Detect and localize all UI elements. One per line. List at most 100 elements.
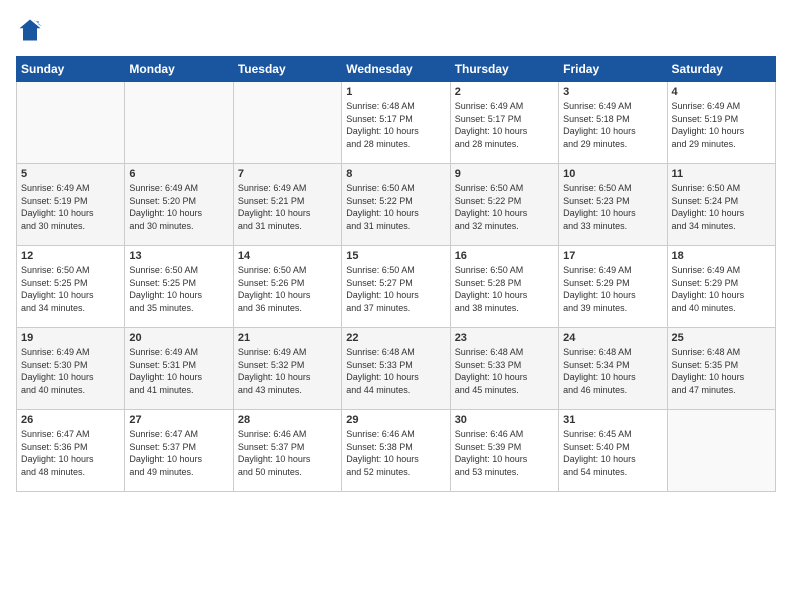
calendar-cell: 25 Sunrise: 6:48 AM Sunset: 5:35 PM Dayli… <box>667 328 775 410</box>
calendar-cell: 23 Sunrise: 6:48 AM Sunset: 5:33 PM Dayli… <box>450 328 558 410</box>
day-number: 22 <box>346 332 445 344</box>
calendar-table: SundayMondayTuesdayWednesdayThursdayFrid… <box>16 56 776 492</box>
calendar-cell: 19Sunrise: 6:49 AM Sunset: 5:30 PM Dayli… <box>17 328 125 410</box>
calendar-cell: 13 Sunrise: 6:50 AM Sunset: 5:25 PM Dayli… <box>125 246 233 328</box>
calendar-cell: 12 Sunrise: 6:50 AM Sunset: 5:25 PM Dayli… <box>17 246 125 328</box>
calendar-cell: 11 Sunrise: 6:50 AM Sunset: 5:24 PM Dayli… <box>667 164 775 246</box>
calendar-cell: 15 Sunrise: 6:50 AM Sunset: 5:27 PM Dayli… <box>342 246 450 328</box>
calendar-cell <box>17 82 125 164</box>
calendar-cell: 21 Sunrise: 6:49 AM Sunset: 5:32 PM Dayli… <box>233 328 341 410</box>
day-info: Sunrise: 6:48 AM Sunset: 5:33 PM Dayligh… <box>455 346 554 396</box>
day-info: Sunrise: 6:49 AM Sunset: 5:29 PM Dayligh… <box>672 264 771 314</box>
calendar-cell: 29 Sunrise: 6:46 AM Sunset: 5:38 PM Dayli… <box>342 410 450 492</box>
day-number: 23 <box>455 332 554 344</box>
day-number: 24 <box>563 332 662 344</box>
day-number: 18 <box>672 250 771 262</box>
day-number: 15 <box>346 250 445 262</box>
header-row: SundayMondayTuesdayWednesdayThursdayFrid… <box>17 57 776 82</box>
day-info: Sunrise: 6:50 AM Sunset: 5:24 PM Dayligh… <box>672 182 771 232</box>
day-number: 14 <box>238 250 337 262</box>
day-number: 17 <box>563 250 662 262</box>
day-info: Sunrise: 6:49 AM Sunset: 5:20 PM Dayligh… <box>129 182 228 232</box>
week-row-1: 1Sunrise: 6:48 AM Sunset: 5:17 PM Daylig… <box>17 82 776 164</box>
day-info: Sunrise: 6:49 AM Sunset: 5:32 PM Dayligh… <box>238 346 337 396</box>
calendar-cell: 7 Sunrise: 6:49 AM Sunset: 5:21 PM Daylig… <box>233 164 341 246</box>
calendar-cell: 18 Sunrise: 6:49 AM Sunset: 5:29 PM Dayli… <box>667 246 775 328</box>
day-info: Sunrise: 6:49 AM Sunset: 5:17 PM Dayligh… <box>455 100 554 150</box>
header-cell-saturday: Saturday <box>667 57 775 82</box>
day-number: 2 <box>455 86 554 98</box>
header-cell-sunday: Sunday <box>17 57 125 82</box>
calendar-cell: 10 Sunrise: 6:50 AM Sunset: 5:23 PM Dayli… <box>559 164 667 246</box>
day-number: 3 <box>563 86 662 98</box>
day-number: 16 <box>455 250 554 262</box>
day-info: Sunrise: 6:50 AM Sunset: 5:25 PM Dayligh… <box>129 264 228 314</box>
day-number: 11 <box>672 168 771 180</box>
day-info: Sunrise: 6:49 AM Sunset: 5:29 PM Dayligh… <box>563 264 662 314</box>
day-number: 20 <box>129 332 228 344</box>
calendar-cell: 24 Sunrise: 6:48 AM Sunset: 5:34 PM Dayli… <box>559 328 667 410</box>
day-number: 8 <box>346 168 445 180</box>
day-number: 9 <box>455 168 554 180</box>
week-row-2: 5Sunrise: 6:49 AM Sunset: 5:19 PM Daylig… <box>17 164 776 246</box>
day-number: 21 <box>238 332 337 344</box>
day-info: Sunrise: 6:48 AM Sunset: 5:34 PM Dayligh… <box>563 346 662 396</box>
day-info: Sunrise: 6:50 AM Sunset: 5:22 PM Dayligh… <box>455 182 554 232</box>
day-info: Sunrise: 6:50 AM Sunset: 5:28 PM Dayligh… <box>455 264 554 314</box>
calendar-cell <box>233 82 341 164</box>
day-info: Sunrise: 6:50 AM Sunset: 5:22 PM Dayligh… <box>346 182 445 232</box>
day-info: Sunrise: 6:49 AM Sunset: 5:31 PM Dayligh… <box>129 346 228 396</box>
day-number: 27 <box>129 414 228 426</box>
day-number: 10 <box>563 168 662 180</box>
day-number: 25 <box>672 332 771 344</box>
calendar-cell: 5Sunrise: 6:49 AM Sunset: 5:19 PM Daylig… <box>17 164 125 246</box>
calendar-cell: 3 Sunrise: 6:49 AM Sunset: 5:18 PM Daylig… <box>559 82 667 164</box>
calendar-cell: 8 Sunrise: 6:50 AM Sunset: 5:22 PM Daylig… <box>342 164 450 246</box>
calendar-cell: 26Sunrise: 6:47 AM Sunset: 5:36 PM Dayli… <box>17 410 125 492</box>
day-info: Sunrise: 6:50 AM Sunset: 5:23 PM Dayligh… <box>563 182 662 232</box>
week-row-5: 26Sunrise: 6:47 AM Sunset: 5:36 PM Dayli… <box>17 410 776 492</box>
header-cell-tuesday: Tuesday <box>233 57 341 82</box>
calendar-cell: 9 Sunrise: 6:50 AM Sunset: 5:22 PM Daylig… <box>450 164 558 246</box>
day-number: 30 <box>455 414 554 426</box>
day-info: Sunrise: 6:46 AM Sunset: 5:38 PM Dayligh… <box>346 428 445 478</box>
calendar-cell <box>667 410 775 492</box>
day-info: Sunrise: 6:49 AM Sunset: 5:30 PM Dayligh… <box>21 346 120 396</box>
calendar-cell <box>125 82 233 164</box>
day-info: Sunrise: 6:49 AM Sunset: 5:19 PM Dayligh… <box>672 100 771 150</box>
week-row-3: 12 Sunrise: 6:50 AM Sunset: 5:25 PM Dayli… <box>17 246 776 328</box>
calendar-cell: 17 Sunrise: 6:49 AM Sunset: 5:29 PM Dayli… <box>559 246 667 328</box>
day-info: Sunrise: 6:49 AM Sunset: 5:19 PM Dayligh… <box>21 182 120 232</box>
day-info: Sunrise: 6:48 AM Sunset: 5:33 PM Dayligh… <box>346 346 445 396</box>
day-number: 6 <box>129 168 228 180</box>
calendar-cell: 1Sunrise: 6:48 AM Sunset: 5:17 PM Daylig… <box>342 82 450 164</box>
day-info: Sunrise: 6:50 AM Sunset: 5:25 PM Dayligh… <box>21 264 120 314</box>
day-info: Sunrise: 6:50 AM Sunset: 5:27 PM Dayligh… <box>346 264 445 314</box>
day-info: Sunrise: 6:49 AM Sunset: 5:21 PM Dayligh… <box>238 182 337 232</box>
header-cell-monday: Monday <box>125 57 233 82</box>
calendar-cell: 14Sunrise: 6:50 AM Sunset: 5:26 PM Dayli… <box>233 246 341 328</box>
day-info: Sunrise: 6:47 AM Sunset: 5:37 PM Dayligh… <box>129 428 228 478</box>
calendar-cell: 28 Sunrise: 6:46 AM Sunset: 5:37 PM Dayli… <box>233 410 341 492</box>
day-info: Sunrise: 6:49 AM Sunset: 5:18 PM Dayligh… <box>563 100 662 150</box>
calendar-cell: 20 Sunrise: 6:49 AM Sunset: 5:31 PM Dayli… <box>125 328 233 410</box>
week-row-4: 19Sunrise: 6:49 AM Sunset: 5:30 PM Dayli… <box>17 328 776 410</box>
day-info: Sunrise: 6:45 AM Sunset: 5:40 PM Dayligh… <box>563 428 662 478</box>
day-number: 29 <box>346 414 445 426</box>
header-cell-wednesday: Wednesday <box>342 57 450 82</box>
day-info: Sunrise: 6:48 AM Sunset: 5:35 PM Dayligh… <box>672 346 771 396</box>
logo-icon <box>16 16 44 44</box>
calendar-cell: 2 Sunrise: 6:49 AM Sunset: 5:17 PM Daylig… <box>450 82 558 164</box>
day-number: 13 <box>129 250 228 262</box>
day-number: 7 <box>238 168 337 180</box>
header-cell-thursday: Thursday <box>450 57 558 82</box>
day-info: Sunrise: 6:46 AM Sunset: 5:37 PM Dayligh… <box>238 428 337 478</box>
day-number: 1 <box>346 86 445 98</box>
calendar-cell: 31 Sunrise: 6:45 AM Sunset: 5:40 PM Dayli… <box>559 410 667 492</box>
day-number: 12 <box>21 250 120 262</box>
day-info: Sunrise: 6:46 AM Sunset: 5:39 PM Dayligh… <box>455 428 554 478</box>
calendar-cell: 16 Sunrise: 6:50 AM Sunset: 5:28 PM Dayli… <box>450 246 558 328</box>
calendar-cell: 6 Sunrise: 6:49 AM Sunset: 5:20 PM Daylig… <box>125 164 233 246</box>
day-number: 31 <box>563 414 662 426</box>
day-number: 28 <box>238 414 337 426</box>
